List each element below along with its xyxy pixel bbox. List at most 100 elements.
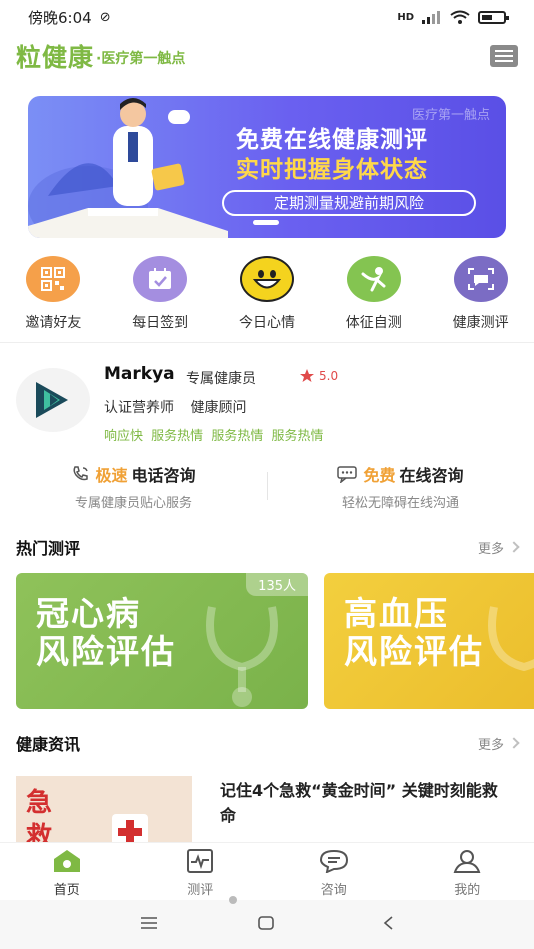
quick-actions: 邀请好友 每日签到 今日心情 体征自测 健康测评 xyxy=(0,256,534,334)
news-title: 记住4个急救“黄金时间” 关键时刻能救命 xyxy=(220,781,498,825)
consult-options: 极速 电话咨询 专属健康员贴心服务 免费 在线咨询 轻松无障碍在线沟通 xyxy=(0,462,534,516)
quick-label: 邀请好友 xyxy=(25,315,82,331)
phone-consult-subtitle: 专属健康员贴心服务 xyxy=(74,496,192,511)
phone-icon xyxy=(73,466,89,481)
user-icon xyxy=(453,850,481,873)
banner-pill[interactable]: 定期测量规避前期风险 xyxy=(222,190,476,216)
tab-assessment[interactable]: 测评 xyxy=(134,843,268,900)
test-card-line: 冠心病 xyxy=(36,594,141,633)
quick-label: 每日签到 xyxy=(132,315,189,331)
chevron-right-icon xyxy=(508,737,520,749)
quick-daily-checkin[interactable]: 每日签到 xyxy=(107,256,214,334)
test-card-line: 风险评估 xyxy=(344,632,484,671)
doctor-illustration xyxy=(28,98,228,238)
advisor-tags: 响应快 服务热情 服务热情 服务热情 xyxy=(104,425,327,444)
quick-label: 体征自测 xyxy=(345,315,402,331)
divider xyxy=(267,472,268,500)
hot-tests-more-link[interactable]: 更多 xyxy=(477,538,520,557)
phone-consult-button[interactable]: 极速 电话咨询 专属健康员贴心服务 xyxy=(0,462,267,516)
health-news-more-link[interactable]: 更多 xyxy=(478,734,520,753)
advisor-cert: 健康顾问 xyxy=(190,400,247,416)
divider xyxy=(0,342,534,343)
advisor-tag: 服务热情 xyxy=(151,429,204,444)
test-card-line: 风险评估 xyxy=(36,632,176,671)
quick-label: 健康测评 xyxy=(452,315,509,331)
test-card-title: 高血压 风险评估 xyxy=(344,595,484,671)
quick-vitals-selftest[interactable]: 体征自测 xyxy=(320,256,427,334)
rating-value: 5.0 xyxy=(319,369,339,383)
person-figure-icon xyxy=(346,256,401,302)
tab-label: 首页 xyxy=(53,883,80,898)
home-square-icon[interactable] xyxy=(258,916,274,930)
banner-title: 免费在线健康测评 xyxy=(236,127,428,153)
message-icon[interactable] xyxy=(490,45,518,67)
menu-icon[interactable] xyxy=(140,916,158,930)
advisor-role: 专属健康员 xyxy=(186,371,256,387)
chat-bubble-icon xyxy=(319,849,348,873)
calendar-check-icon xyxy=(133,256,188,302)
banner-subtitle: 实时把握身体状态 xyxy=(236,157,428,183)
tab-consult[interactable]: 咨询 xyxy=(267,843,401,900)
more-label: 更多 xyxy=(477,541,504,557)
news-item[interactable]: 急救 记住4个急救“黄金时间” 关键时刻能救命 xyxy=(0,772,534,846)
smiley-face-icon xyxy=(239,256,294,302)
qr-code-icon xyxy=(26,256,81,302)
health-news-header: 健康资讯 更多 xyxy=(0,730,534,756)
brand-slogan: ·医疗第一触点 xyxy=(96,51,186,67)
test-card-count: 135人 xyxy=(246,573,308,596)
test-card-coronary[interactable]: 冠心病 风险评估 135人 xyxy=(16,573,308,709)
chevron-right-icon xyxy=(508,541,520,553)
online-consult-label: 在线咨询 xyxy=(399,466,464,485)
avatar xyxy=(16,368,90,432)
advisor-certs: 认证营养师 健康顾问 xyxy=(104,397,258,417)
back-icon[interactable] xyxy=(382,916,394,930)
chat-scan-icon xyxy=(453,256,508,302)
test-card-title: 冠心病 风险评估 xyxy=(36,595,176,671)
online-consult-title: 免费 在线咨询 xyxy=(337,462,464,486)
advisor-tag: 响应快 xyxy=(104,429,144,444)
mute-icon: ⊘ xyxy=(99,9,111,25)
test-card-hypertension[interactable]: 高血压 风险评估 xyxy=(324,573,534,709)
promo-banner[interactable]: 医疗第一触点 免费在线健康测评 实时把握身体状态 定期测量规避前期风险 xyxy=(28,96,506,238)
network-label: HD xyxy=(397,11,414,23)
page-dot-indicator xyxy=(229,896,237,904)
wifi-icon xyxy=(450,10,470,24)
quick-label: 今日心情 xyxy=(238,315,295,331)
news-thumbnail: 急救 xyxy=(16,776,192,846)
online-consult-button[interactable]: 免费 在线咨询 轻松无障碍在线沟通 xyxy=(267,462,534,516)
signal-icon xyxy=(422,11,440,24)
home-icon xyxy=(53,850,80,872)
tab-label: 咨询 xyxy=(320,883,347,898)
advisor-name: Markya xyxy=(104,364,175,384)
quick-today-mood[interactable]: 今日心情 xyxy=(214,256,321,334)
section-title: 健康资讯 xyxy=(16,735,81,754)
tab-label: 测评 xyxy=(187,883,214,898)
online-consult-highlight: 免费 xyxy=(363,466,396,485)
thumbnail-text: 急救 xyxy=(26,788,53,846)
online-consult-subtitle: 轻松无障碍在线沟通 xyxy=(341,496,459,511)
quick-health-assessment[interactable]: 健康测评 xyxy=(427,256,534,334)
test-card-line: 高血压 xyxy=(344,594,449,633)
advisor-cert: 认证营养师 xyxy=(104,400,174,416)
phone-consult-highlight: 极速 xyxy=(95,466,128,485)
tab-home[interactable]: 首页 xyxy=(0,843,134,900)
quick-invite-friends[interactable]: 邀请好友 xyxy=(0,256,107,334)
tab-profile[interactable]: 我的 xyxy=(401,843,534,900)
banner-page-indicator xyxy=(253,220,279,225)
advisor-rating: 5.0 xyxy=(300,369,338,383)
hot-tests-header: 热门测评 更多 xyxy=(0,534,534,560)
phone-consult-title: 极速 电话咨询 xyxy=(71,462,196,486)
phone-consult-label: 电话咨询 xyxy=(131,466,196,485)
section-title: 热门测评 xyxy=(16,539,81,558)
advisor-card[interactable]: Markya 专属健康员 5.0 认证营养师 健康顾问 响应快 服务热情 服务热… xyxy=(0,356,534,450)
app-header: 粒健康 ·医疗第一触点 xyxy=(0,36,534,76)
status-time: 傍晚6:04 xyxy=(28,8,92,27)
advisor-tag: 服务热情 xyxy=(271,429,324,444)
bottom-tab-bar: 首页 测评 咨询 我的 xyxy=(0,842,534,900)
system-nav-bar xyxy=(0,896,534,949)
status-bar: 傍晚6:04 ⊘ HD xyxy=(0,0,534,34)
star-icon xyxy=(300,369,314,382)
chat-icon xyxy=(337,466,358,483)
advisor-tag: 服务热情 xyxy=(211,429,264,444)
stethoscope-icon xyxy=(206,606,278,707)
